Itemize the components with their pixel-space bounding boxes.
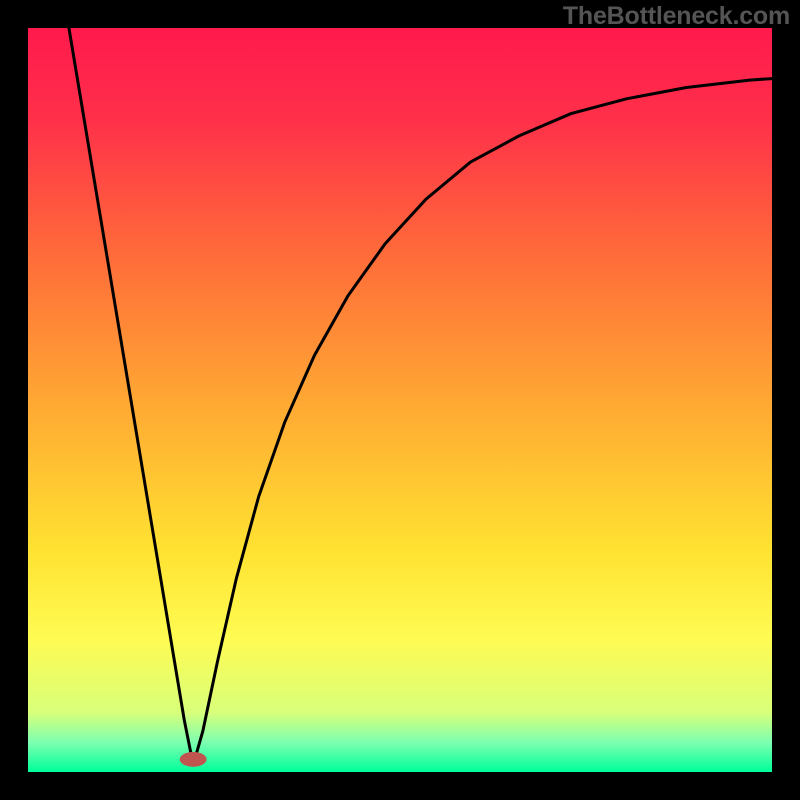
plot-area [28,28,772,772]
watermark-text: TheBottleneck.com [563,2,790,31]
gradient-background [28,28,772,772]
chart-canvas [28,28,772,772]
minimum-marker [180,752,207,767]
chart-frame: TheBottleneck.com [0,0,800,800]
